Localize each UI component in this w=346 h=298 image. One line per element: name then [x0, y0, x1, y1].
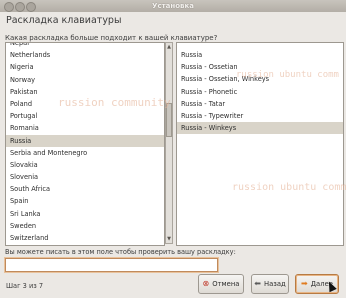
- country-list-item[interactable]: Slovakia: [6, 159, 164, 171]
- page-title: Раскладка клавиатуры: [6, 15, 122, 26]
- cancel-icon: ⊗: [202, 279, 210, 288]
- country-list-item[interactable]: Serbia and Montenegro: [6, 147, 164, 159]
- layout-list-item[interactable]: Russia - Phonetic: [177, 86, 343, 98]
- installer-window: Раскладка клавиатуры Какая раскладка бол…: [0, 12, 346, 298]
- layout-list-item[interactable]: Russia - Winkeys: [177, 122, 343, 135]
- arrow-right-icon: ➡: [301, 279, 308, 288]
- country-list-item[interactable]: Nepal: [6, 43, 164, 49]
- keyboard-test-input[interactable]: [4, 257, 219, 273]
- country-list-item[interactable]: Russia: [6, 134, 164, 147]
- layout-list-item[interactable]: Russia - Ossetian: [177, 61, 343, 73]
- layout-list[interactable]: Russia Russia - Ossetian Russia - Ossetian…: [176, 42, 344, 246]
- scrollbar-thumb[interactable]: [166, 103, 172, 137]
- scroll-up-icon[interactable]: ▲: [166, 43, 172, 51]
- country-list-item[interactable]: Nigeria: [6, 61, 164, 73]
- back-button[interactable]: ⬅ Назад: [251, 274, 289, 294]
- country-list-item[interactable]: Pakistan: [6, 86, 164, 98]
- layout-list-item[interactable]: Russia - Ossetian, Winkeys: [177, 73, 343, 85]
- country-list[interactable]: Nepal Netherlands Nigeria Norway Pakistan Pol…: [5, 42, 165, 246]
- country-list-item[interactable]: Slovenia: [6, 171, 164, 183]
- back-button-label: Назад: [263, 280, 286, 288]
- layout-list-item[interactable]: Russia - Tatar: [177, 98, 343, 110]
- country-list-item[interactable]: Switzerland: [6, 232, 164, 244]
- country-list-item[interactable]: Romania: [6, 122, 164, 134]
- country-list-item[interactable]: Spain: [6, 195, 164, 207]
- step-indicator: Шаг 3 из 7: [6, 282, 44, 290]
- window-title: Установка: [152, 2, 194, 10]
- layout-question: Какая раскладка больше подходит к вашей …: [5, 34, 218, 42]
- country-list-item[interactable]: Poland: [6, 98, 164, 110]
- scroll-down-icon[interactable]: ▼: [166, 235, 172, 243]
- cancel-button[interactable]: ⊗ Отмена: [198, 274, 244, 294]
- country-list-item[interactable]: Sweden: [6, 220, 164, 232]
- layout-list-item[interactable]: Russia - Typewriter: [177, 110, 343, 122]
- cancel-button-label: Отмена: [212, 280, 240, 288]
- country-list-scrollbar[interactable]: ▲ ▼: [165, 42, 173, 244]
- test-field-hint: Вы можете писать в этом поле чтобы прове…: [5, 248, 236, 256]
- country-list-item[interactable]: Sri Lanka: [6, 208, 164, 220]
- country-list-item[interactable]: Norway: [6, 74, 164, 86]
- country-list-item[interactable]: Portugal: [6, 110, 164, 122]
- country-list-item[interactable]: South Africa: [6, 183, 164, 195]
- layout-list-item[interactable]: Russia: [177, 49, 343, 61]
- country-list-item[interactable]: Netherlands: [6, 49, 164, 61]
- arrow-left-icon: ⬅: [254, 279, 261, 288]
